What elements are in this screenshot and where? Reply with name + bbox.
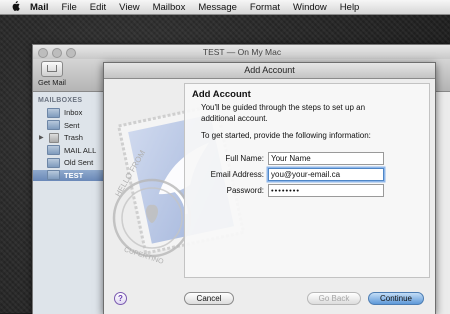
sidebar-item-label: Sent bbox=[64, 120, 80, 130]
sent-icon bbox=[47, 120, 60, 130]
menu-mail[interactable]: Mail bbox=[30, 2, 48, 13]
sidebar-item-label: MAIL ALL bbox=[64, 145, 97, 155]
help-button[interactable]: ? bbox=[114, 292, 127, 305]
menu-window[interactable]: Window bbox=[293, 2, 327, 13]
apple-menu-icon[interactable] bbox=[8, 0, 22, 14]
full-name-label: Full Name: bbox=[225, 154, 264, 163]
password-row: Password: •••••••• bbox=[185, 184, 429, 198]
go-back-button[interactable]: Go Back bbox=[307, 292, 361, 305]
folder-icon bbox=[47, 145, 60, 155]
mailbox-sidebar: MAILBOXES Inbox Sent ▶ Trash MAIL ALL Ol… bbox=[33, 92, 104, 314]
email-field[interactable]: you@your-email.ca bbox=[268, 168, 384, 181]
minimize-window-button[interactable] bbox=[52, 48, 62, 58]
menu-mailbox[interactable]: Mailbox bbox=[153, 2, 186, 13]
menu-message[interactable]: Message bbox=[198, 2, 237, 13]
menu-view[interactable]: View bbox=[119, 2, 139, 13]
folder-icon bbox=[47, 170, 60, 180]
sidebar-item-sent[interactable]: Sent bbox=[33, 120, 103, 131]
menu-help[interactable]: Help bbox=[340, 2, 360, 13]
add-account-sheet: Add Account HELLO FROM CUPERTINO Add Acc… bbox=[103, 62, 436, 314]
inbox-icon bbox=[47, 107, 60, 118]
sidebar-item-old-sent[interactable]: Old Sent bbox=[33, 157, 103, 168]
sidebar-item-label: Old Sent bbox=[64, 158, 94, 167]
zoom-window-button[interactable] bbox=[66, 48, 76, 58]
close-window-button[interactable] bbox=[38, 48, 48, 58]
folder-icon bbox=[47, 157, 60, 168]
sidebar-item-inbox[interactable]: Inbox bbox=[33, 107, 103, 118]
get-mail-button[interactable]: Get Mail bbox=[37, 59, 67, 87]
menu-bar: Mail File Edit View Mailbox Message Form… bbox=[0, 0, 450, 15]
form-heading: Add Account bbox=[192, 89, 251, 100]
sidebar-item-test[interactable]: TEST bbox=[33, 169, 103, 181]
menu-format[interactable]: Format bbox=[250, 2, 280, 13]
password-field[interactable]: •••••••• bbox=[268, 184, 384, 197]
continue-button[interactable]: Continue bbox=[368, 292, 424, 305]
password-label: Password: bbox=[226, 186, 264, 195]
mail-window-titlebar[interactable]: TEST — On My Mac bbox=[33, 45, 450, 59]
menu-file[interactable]: File bbox=[61, 2, 76, 13]
full-name-field[interactable]: Your Name bbox=[268, 152, 384, 165]
account-form-panel: Add Account You'll be guided through the… bbox=[184, 83, 430, 278]
email-row: Email Address: you@your-email.ca bbox=[185, 168, 429, 182]
sidebar-item-label: TEST bbox=[64, 170, 84, 180]
sidebar-item-trash[interactable]: ▶ Trash bbox=[33, 132, 103, 143]
mail-window-title: TEST — On My Mac bbox=[202, 47, 282, 57]
disclosure-triangle-icon[interactable]: ▶ bbox=[39, 134, 47, 141]
trash-icon bbox=[49, 132, 59, 143]
sidebar-item-label: Trash bbox=[64, 133, 83, 142]
get-mail-icon bbox=[41, 61, 63, 77]
sheet-title: Add Account bbox=[104, 63, 435, 79]
email-label: Email Address: bbox=[210, 170, 264, 179]
full-name-row: Full Name: Your Name bbox=[185, 152, 429, 166]
form-prompt-text: To get started, provide the following in… bbox=[201, 131, 371, 140]
sidebar-item-label: Inbox bbox=[64, 108, 83, 117]
menu-edit[interactable]: Edit bbox=[90, 2, 106, 13]
form-intro-text: You'll be guided through the steps to se… bbox=[201, 103, 366, 123]
sidebar-item-mail-all[interactable]: MAIL ALL bbox=[33, 145, 103, 156]
cancel-button[interactable]: Cancel bbox=[184, 292, 234, 305]
get-mail-label: Get Mail bbox=[38, 78, 66, 87]
mailboxes-heading: MAILBOXES bbox=[38, 97, 83, 104]
window-controls bbox=[38, 48, 76, 58]
